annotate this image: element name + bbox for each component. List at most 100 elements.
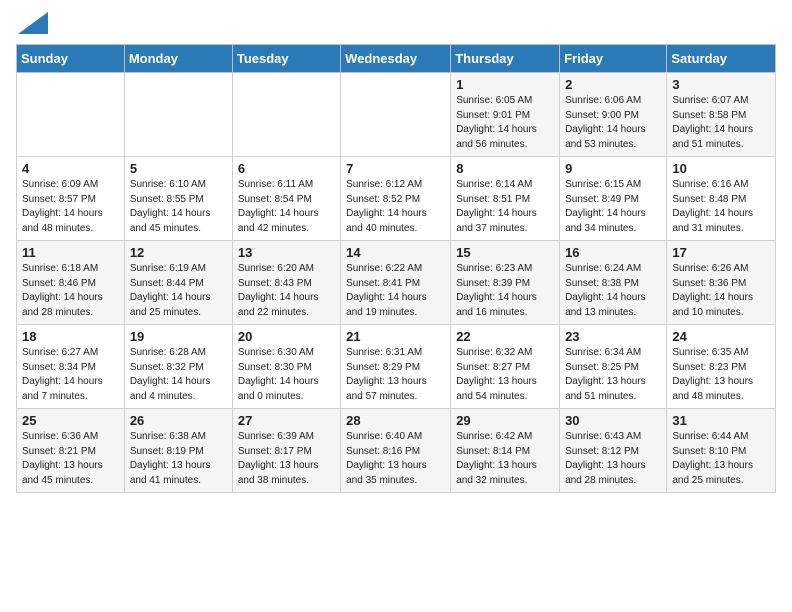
- day-info: Sunrise: 6:15 AM Sunset: 8:49 PM Dayligh…: [565, 178, 661, 236]
- day-info: Sunrise: 6:31 AM Sunset: 8:29 PM Dayligh…: [346, 346, 445, 404]
- day-number: 26: [130, 413, 227, 428]
- calendar-day-cell: 23 Sunrise: 6:34 AM Sunset: 8:25 PM Dayli…: [560, 325, 667, 409]
- empty-day-cell: [124, 73, 232, 157]
- day-number: 14: [346, 245, 445, 260]
- calendar-day-cell: 28Sunrise: 6:40 AM Sunset: 8:16 PM Dayli…: [341, 409, 451, 493]
- calendar-day-cell: 26 Sunrise: 6:38 AM Sunset: 8:19 PM Dayli…: [124, 409, 232, 493]
- day-info: Sunrise: 6:14 AM Sunset: 8:51 PM Dayligh…: [456, 178, 554, 236]
- day-number: 27: [238, 413, 335, 428]
- calendar-day-cell: 13Sunrise: 6:20 AM Sunset: 8:43 PM Dayli…: [232, 241, 340, 325]
- day-number: 7: [346, 161, 445, 176]
- calendar-week-row: 18 Sunrise: 6:27 AM Sunset: 8:34 PM Dayli…: [17, 325, 776, 409]
- day-info: Sunrise: 6:32 AM Sunset: 8:27 PM Dayligh…: [456, 346, 554, 404]
- calendar-table: SundayMondayTuesdayWednesdayThursdayFrid…: [16, 44, 776, 493]
- calendar-day-cell: 16Sunrise: 6:24 AM Sunset: 8:38 PM Dayli…: [560, 241, 667, 325]
- calendar-day-cell: 22Sunrise: 6:32 AM Sunset: 8:27 PM Dayli…: [451, 325, 560, 409]
- day-number: 5: [130, 161, 227, 176]
- weekday-header-tuesday: Tuesday: [232, 45, 340, 73]
- day-number: 10: [672, 161, 770, 176]
- calendar-day-cell: 8 Sunrise: 6:14 AM Sunset: 8:51 PM Daylig…: [451, 157, 560, 241]
- calendar-header-row: SundayMondayTuesdayWednesdayThursdayFrid…: [17, 45, 776, 73]
- day-info: Sunrise: 6:26 AM Sunset: 8:36 PM Dayligh…: [672, 262, 770, 320]
- day-info: Sunrise: 6:43 AM Sunset: 8:12 PM Dayligh…: [565, 430, 661, 488]
- day-info: Sunrise: 6:20 AM Sunset: 8:43 PM Dayligh…: [238, 262, 335, 320]
- day-number: 8: [456, 161, 554, 176]
- logo-icon: [18, 12, 48, 34]
- day-info: Sunrise: 6:09 AM Sunset: 8:57 PM Dayligh…: [22, 178, 119, 236]
- calendar-day-cell: 5 Sunrise: 6:10 AM Sunset: 8:55 PM Daylig…: [124, 157, 232, 241]
- calendar-day-cell: 14Sunrise: 6:22 AM Sunset: 8:41 PM Dayli…: [341, 241, 451, 325]
- day-info: Sunrise: 6:42 AM Sunset: 8:14 PM Dayligh…: [456, 430, 554, 488]
- day-info: Sunrise: 6:44 AM Sunset: 8:10 PM Dayligh…: [672, 430, 770, 488]
- calendar-day-cell: 12Sunrise: 6:19 AM Sunset: 8:44 PM Dayli…: [124, 241, 232, 325]
- calendar-day-cell: 29 Sunrise: 6:42 AM Sunset: 8:14 PM Dayli…: [451, 409, 560, 493]
- day-number: 23: [565, 329, 661, 344]
- calendar-day-cell: 10Sunrise: 6:16 AM Sunset: 8:48 PM Dayli…: [667, 157, 776, 241]
- logo: [16, 16, 48, 34]
- weekday-header-monday: Monday: [124, 45, 232, 73]
- day-info: Sunrise: 6:34 AM Sunset: 8:25 PM Dayligh…: [565, 346, 661, 404]
- day-number: 16: [565, 245, 661, 260]
- empty-day-cell: [232, 73, 340, 157]
- calendar-day-cell: 4 Sunrise: 6:09 AM Sunset: 8:57 PM Daylig…: [17, 157, 125, 241]
- calendar-day-cell: 2Sunrise: 6:06 AM Sunset: 9:00 PM Daylig…: [560, 73, 667, 157]
- day-number: 21: [346, 329, 445, 344]
- day-number: 4: [22, 161, 119, 176]
- calendar-day-cell: 21 Sunrise: 6:31 AM Sunset: 8:29 PM Dayli…: [341, 325, 451, 409]
- day-number: 25: [22, 413, 119, 428]
- day-info: Sunrise: 6:19 AM Sunset: 8:44 PM Dayligh…: [130, 262, 227, 320]
- day-info: Sunrise: 6:06 AM Sunset: 9:00 PM Dayligh…: [565, 94, 661, 152]
- calendar-day-cell: 6 Sunrise: 6:11 AM Sunset: 8:54 PM Daylig…: [232, 157, 340, 241]
- day-number: 3: [672, 77, 770, 92]
- day-number: 17: [672, 245, 770, 260]
- day-number: 24: [672, 329, 770, 344]
- calendar-day-cell: 19Sunrise: 6:28 AM Sunset: 8:32 PM Dayli…: [124, 325, 232, 409]
- day-number: 6: [238, 161, 335, 176]
- day-info: Sunrise: 6:35 AM Sunset: 8:23 PM Dayligh…: [672, 346, 770, 404]
- empty-day-cell: [17, 73, 125, 157]
- calendar-day-cell: 25 Sunrise: 6:36 AM Sunset: 8:21 PM Dayli…: [17, 409, 125, 493]
- day-number: 11: [22, 245, 119, 260]
- calendar-day-cell: 7 Sunrise: 6:12 AM Sunset: 8:52 PM Daylig…: [341, 157, 451, 241]
- calendar-day-cell: 1 Sunrise: 6:05 AM Sunset: 9:01 PM Daylig…: [451, 73, 560, 157]
- day-number: 29: [456, 413, 554, 428]
- day-number: 18: [22, 329, 119, 344]
- calendar-week-row: 1 Sunrise: 6:05 AM Sunset: 9:01 PM Daylig…: [17, 73, 776, 157]
- day-info: Sunrise: 6:12 AM Sunset: 8:52 PM Dayligh…: [346, 178, 445, 236]
- day-info: Sunrise: 6:27 AM Sunset: 8:34 PM Dayligh…: [22, 346, 119, 404]
- page-header: [16, 16, 776, 34]
- day-info: Sunrise: 6:11 AM Sunset: 8:54 PM Dayligh…: [238, 178, 335, 236]
- calendar-day-cell: 31 Sunrise: 6:44 AM Sunset: 8:10 PM Dayli…: [667, 409, 776, 493]
- day-info: Sunrise: 6:10 AM Sunset: 8:55 PM Dayligh…: [130, 178, 227, 236]
- calendar-day-cell: 17 Sunrise: 6:26 AM Sunset: 8:36 PM Dayli…: [667, 241, 776, 325]
- calendar-day-cell: 9 Sunrise: 6:15 AM Sunset: 8:49 PM Daylig…: [560, 157, 667, 241]
- day-number: 31: [672, 413, 770, 428]
- day-info: Sunrise: 6:36 AM Sunset: 8:21 PM Dayligh…: [22, 430, 119, 488]
- day-number: 9: [565, 161, 661, 176]
- empty-day-cell: [341, 73, 451, 157]
- weekday-header-sunday: Sunday: [17, 45, 125, 73]
- day-number: 30: [565, 413, 661, 428]
- day-info: Sunrise: 6:30 AM Sunset: 8:30 PM Dayligh…: [238, 346, 335, 404]
- calendar-day-cell: 11 Sunrise: 6:18 AM Sunset: 8:46 PM Dayli…: [17, 241, 125, 325]
- calendar-day-cell: 27 Sunrise: 6:39 AM Sunset: 8:17 PM Dayli…: [232, 409, 340, 493]
- calendar-week-row: 25 Sunrise: 6:36 AM Sunset: 8:21 PM Dayli…: [17, 409, 776, 493]
- day-number: 15: [456, 245, 554, 260]
- day-info: Sunrise: 6:18 AM Sunset: 8:46 PM Dayligh…: [22, 262, 119, 320]
- day-info: Sunrise: 6:05 AM Sunset: 9:01 PM Dayligh…: [456, 94, 554, 152]
- calendar-day-cell: 15 Sunrise: 6:23 AM Sunset: 8:39 PM Dayli…: [451, 241, 560, 325]
- calendar-day-cell: 30 Sunrise: 6:43 AM Sunset: 8:12 PM Dayli…: [560, 409, 667, 493]
- weekday-header-wednesday: Wednesday: [341, 45, 451, 73]
- day-info: Sunrise: 6:28 AM Sunset: 8:32 PM Dayligh…: [130, 346, 227, 404]
- day-number: 20: [238, 329, 335, 344]
- calendar-week-row: 11 Sunrise: 6:18 AM Sunset: 8:46 PM Dayli…: [17, 241, 776, 325]
- day-number: 1: [456, 77, 554, 92]
- day-number: 28: [346, 413, 445, 428]
- day-info: Sunrise: 6:23 AM Sunset: 8:39 PM Dayligh…: [456, 262, 554, 320]
- weekday-header-saturday: Saturday: [667, 45, 776, 73]
- day-info: Sunrise: 6:07 AM Sunset: 8:58 PM Dayligh…: [672, 94, 770, 152]
- day-info: Sunrise: 6:39 AM Sunset: 8:17 PM Dayligh…: [238, 430, 335, 488]
- calendar-day-cell: 18 Sunrise: 6:27 AM Sunset: 8:34 PM Dayli…: [17, 325, 125, 409]
- day-info: Sunrise: 6:38 AM Sunset: 8:19 PM Dayligh…: [130, 430, 227, 488]
- calendar-day-cell: 3 Sunrise: 6:07 AM Sunset: 8:58 PM Daylig…: [667, 73, 776, 157]
